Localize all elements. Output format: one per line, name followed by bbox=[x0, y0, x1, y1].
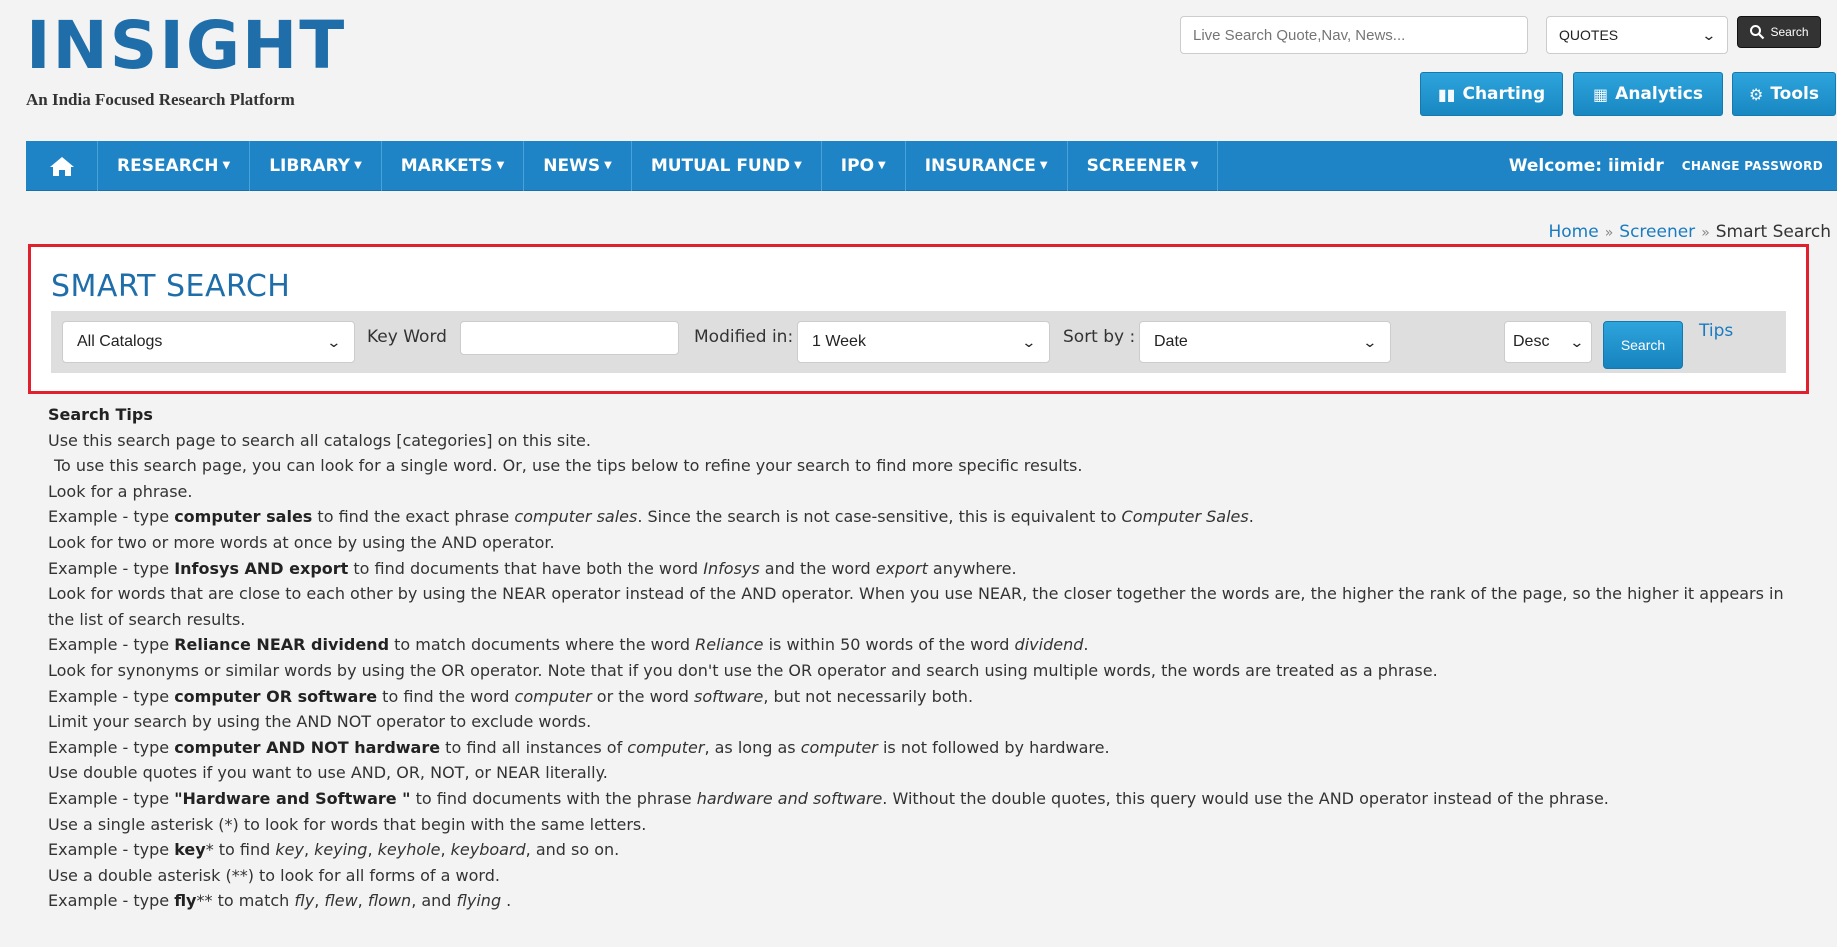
catalog-select[interactable]: All Catalogs ⌄ bbox=[62, 321, 355, 363]
chevron-down-icon: ⌄ bbox=[326, 333, 342, 350]
tip-example: Example - type computer OR software to f… bbox=[48, 686, 974, 706]
tip-line: Look for two or more words at once by us… bbox=[48, 532, 555, 552]
nav-mutual-fund-label: MUTUAL FUND bbox=[650, 155, 791, 176]
caret-down-icon: ▼ bbox=[222, 160, 231, 171]
tip-example: Example - type computer sales to find th… bbox=[48, 507, 1254, 527]
search-tips: Search Tips Use this search page to sear… bbox=[48, 402, 1828, 914]
nav-home[interactable] bbox=[26, 140, 98, 191]
analytics-label: Analytics bbox=[1615, 84, 1703, 104]
tips-link[interactable]: Tips bbox=[1699, 321, 1733, 341]
tip-line: Look for words that are close to each ot… bbox=[48, 584, 1784, 629]
main-nav: RESEARCH ▼ LIBRARY ▼ MARKETS ▼ NEWS ▼ MUTUAL… bbox=[26, 140, 1837, 191]
gear-icon: ⚙ bbox=[1749, 84, 1764, 104]
order-select[interactable]: Desc ⌄ bbox=[1504, 321, 1592, 363]
tip-line: Use a double asterisk (**) to look for a… bbox=[48, 865, 500, 885]
keyword-label: Key Word bbox=[367, 327, 447, 347]
caret-down-icon: ▼ bbox=[878, 160, 886, 171]
nav-library-label: LIBRARY bbox=[269, 155, 351, 176]
chart-icon: ▮▮ bbox=[1437, 84, 1456, 104]
caret-down-icon: ▼ bbox=[1190, 160, 1199, 171]
change-password-link[interactable]: CHANGE PASSWORD bbox=[1682, 159, 1823, 173]
analytics-icon: ▦ bbox=[1593, 84, 1609, 104]
nav-markets-label: MARKETS bbox=[400, 155, 493, 176]
nav-news-label: NEWS bbox=[543, 155, 601, 176]
breadcrumb-home[interactable]: Home bbox=[1549, 222, 1599, 242]
smart-search-button[interactable]: Search bbox=[1603, 321, 1683, 369]
header-search-label: Search bbox=[1770, 25, 1809, 39]
tip-example: Example - type key* to find key, keying,… bbox=[48, 840, 620, 860]
sort-select[interactable]: Date ⌄ bbox=[1139, 321, 1391, 363]
modified-value: 1 Week bbox=[812, 333, 866, 350]
nav-insurance-label: INSURANCE bbox=[924, 155, 1036, 176]
charting-label: Charting bbox=[1462, 84, 1546, 104]
chevron-down-icon: ⌄ bbox=[1569, 333, 1585, 350]
nav-insurance[interactable]: INSURANCE ▼ bbox=[906, 140, 1068, 191]
tip-line: Limit your search by using the AND NOT o… bbox=[48, 712, 592, 732]
breadcrumb-separator: » bbox=[1701, 225, 1710, 241]
modified-label: Modified in: bbox=[694, 327, 794, 347]
breadcrumb-current: Smart Search bbox=[1715, 222, 1831, 242]
tips-heading: Search Tips bbox=[48, 405, 153, 424]
caret-down-icon: ▼ bbox=[354, 160, 362, 171]
tools-label: Tools bbox=[1770, 84, 1819, 104]
nav-ipo[interactable]: IPO ▼ bbox=[822, 140, 906, 191]
breadcrumb-separator: » bbox=[1604, 225, 1614, 241]
tip-line: Use double quotes if you want to use AND… bbox=[48, 763, 608, 783]
sort-value: Date bbox=[1154, 333, 1188, 350]
caret-down-icon: ▼ bbox=[496, 160, 505, 171]
nav-library[interactable]: LIBRARY ▼ bbox=[250, 140, 382, 191]
search-icon bbox=[1750, 25, 1765, 40]
tip-line: Look for synonyms or similar words by us… bbox=[48, 660, 1438, 680]
caret-down-icon: ▼ bbox=[794, 160, 802, 171]
nav-mutual-fund[interactable]: MUTUAL FUND ▼ bbox=[632, 140, 822, 191]
analytics-button[interactable]: ▦ Analytics bbox=[1573, 72, 1723, 116]
smart-search-panel: SMART SEARCH All Catalogs ⌄ Key Word Mod… bbox=[28, 244, 1809, 394]
nav-news[interactable]: NEWS ▼ bbox=[524, 140, 632, 191]
quote-type-select[interactable]: QUOTES ⌄ bbox=[1546, 16, 1728, 54]
tip-line: Look for a phrase. bbox=[48, 481, 193, 501]
tip-example: Example - type Infosys AND export to fin… bbox=[48, 558, 1017, 578]
tip-example: Example - type fly** to match fly, flew,… bbox=[48, 891, 512, 911]
order-value: Desc bbox=[1513, 333, 1550, 350]
modified-select[interactable]: 1 Week ⌄ bbox=[797, 321, 1050, 363]
tip-example: Example - type Reliance NEAR dividend to… bbox=[48, 635, 1089, 655]
nav-ipo-label: IPO bbox=[840, 155, 875, 176]
search-form: All Catalogs ⌄ Key Word Modified in: 1 W… bbox=[51, 311, 1786, 373]
tip-line: Use a single asterisk (*) to look for wo… bbox=[48, 814, 647, 834]
logo-title: INSIGHT bbox=[26, 7, 347, 84]
tip-line: Use this search page to search all catal… bbox=[48, 430, 591, 450]
nav-screener[interactable]: SCREENER ▼ bbox=[1068, 140, 1219, 191]
nav-research-label: RESEARCH bbox=[117, 155, 219, 176]
nav-user-area: Welcome: iimidr CHANGE PASSWORD bbox=[1509, 156, 1837, 176]
tools-button[interactable]: ⚙ Tools bbox=[1732, 72, 1836, 116]
breadcrumb-screener[interactable]: Screener bbox=[1619, 222, 1695, 242]
caret-down-icon: ▼ bbox=[604, 160, 612, 171]
nav-screener-label: SCREENER bbox=[1086, 155, 1187, 176]
tip-line: To use this search page, you can look fo… bbox=[54, 456, 1083, 476]
header-search-button[interactable]: Search bbox=[1737, 16, 1821, 48]
nav-research[interactable]: RESEARCH ▼ bbox=[98, 140, 251, 191]
breadcrumb: Home » Screener » Smart Search bbox=[1549, 222, 1832, 242]
caret-down-icon: ▼ bbox=[1039, 160, 1048, 171]
tip-example: Example - type computer AND NOT hardware… bbox=[48, 737, 1110, 757]
welcome-text: Welcome: iimidr bbox=[1508, 155, 1664, 176]
nav-markets[interactable]: MARKETS ▼ bbox=[382, 140, 525, 191]
live-search-input[interactable] bbox=[1180, 16, 1528, 54]
home-icon bbox=[49, 156, 74, 176]
chevron-down-icon: ⌄ bbox=[1021, 333, 1037, 350]
logo-tagline: An India Focused Research Platform bbox=[26, 90, 295, 109]
charting-button[interactable]: ▮▮ Charting bbox=[1420, 72, 1563, 116]
catalog-value: All Catalogs bbox=[77, 333, 163, 350]
quote-type-value: QUOTES bbox=[1559, 27, 1619, 43]
chevron-down-icon: ⌄ bbox=[1362, 333, 1378, 350]
sort-label: Sort by : bbox=[1063, 327, 1136, 347]
page: INSIGHT An India Focused Research Platfo… bbox=[0, 0, 1837, 947]
keyword-input[interactable] bbox=[460, 321, 679, 355]
chevron-down-icon: ⌄ bbox=[1701, 26, 1717, 43]
page-title: SMART SEARCH bbox=[51, 269, 291, 304]
tip-example: Example - type "Hardware and Software " … bbox=[48, 788, 1609, 808]
site-logo[interactable]: INSIGHT An India Focused Research Platfo… bbox=[26, 12, 346, 110]
